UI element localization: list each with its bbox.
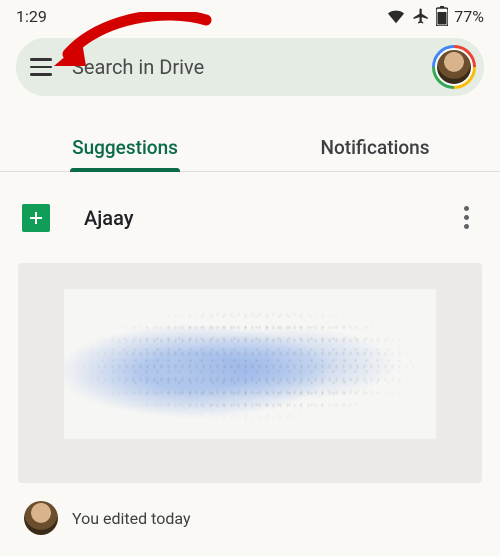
- tab-notifications[interactable]: Notifications: [250, 122, 500, 171]
- wifi-icon: [386, 8, 406, 24]
- search-input[interactable]: Search in Drive: [72, 55, 432, 79]
- edit-info: You edited today: [18, 483, 482, 535]
- tab-suggestions[interactable]: Suggestions: [0, 122, 250, 171]
- airplane-icon: [412, 7, 430, 25]
- status-bar: 1:29 77%: [0, 0, 500, 28]
- status-time: 1:29: [16, 7, 47, 26]
- battery-percent: 77%: [454, 7, 484, 26]
- sheets-icon: [22, 204, 50, 232]
- battery-icon: [436, 6, 448, 26]
- more-vert-icon[interactable]: [454, 200, 478, 235]
- menu-icon[interactable]: [30, 53, 58, 81]
- tab-bar: Suggestions Notifications: [0, 122, 500, 172]
- file-suggestion: Ajaay You edited today: [0, 172, 500, 535]
- search-bar[interactable]: Search in Drive: [16, 38, 484, 96]
- search-container: Search in Drive: [0, 28, 500, 104]
- file-thumbnail[interactable]: [18, 263, 482, 483]
- editor-avatar: [24, 501, 58, 535]
- edit-status: You edited today: [72, 509, 191, 528]
- file-header[interactable]: Ajaay: [18, 172, 482, 245]
- file-name: Ajaay: [84, 206, 454, 230]
- profile-avatar[interactable]: [432, 45, 476, 89]
- status-icons: 77%: [386, 6, 484, 26]
